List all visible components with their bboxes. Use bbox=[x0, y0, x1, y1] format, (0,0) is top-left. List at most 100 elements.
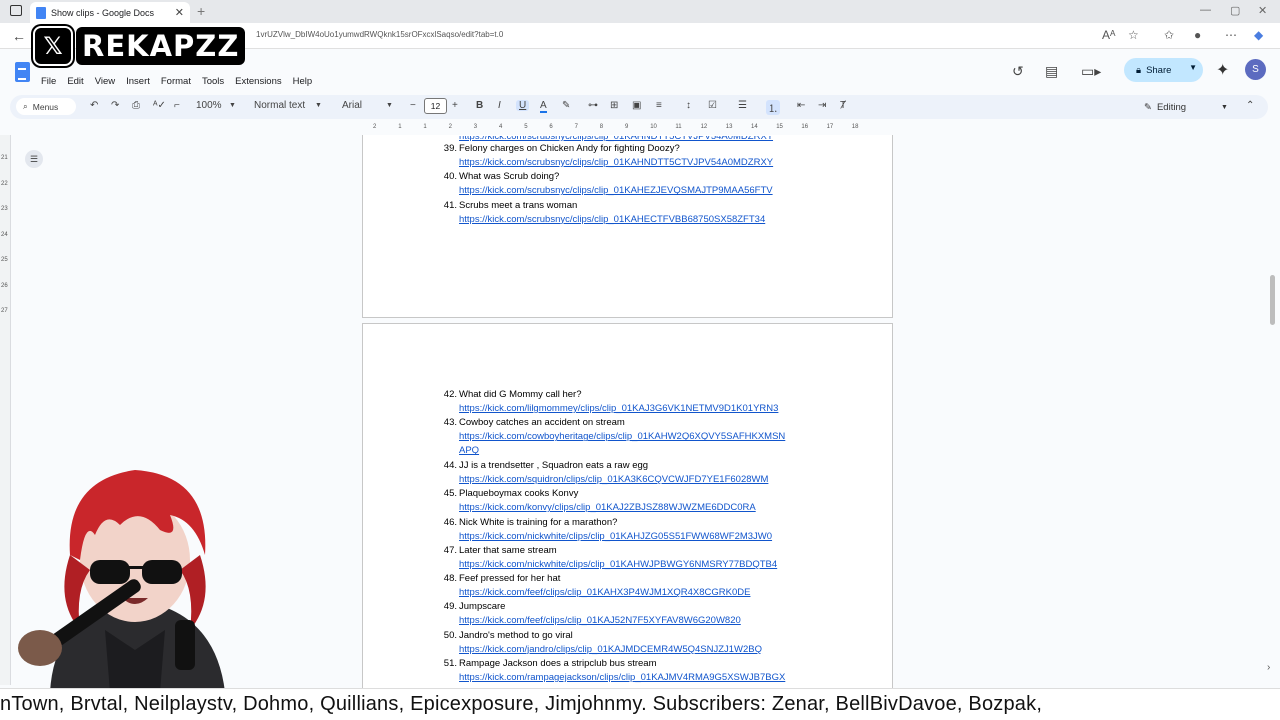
gemini-icon[interactable]: ✦ bbox=[1216, 60, 1229, 80]
avatar[interactable]: S bbox=[1245, 59, 1266, 80]
decrease-font-icon[interactable]: − bbox=[410, 100, 416, 111]
menu-extensions[interactable]: Extensions bbox=[235, 76, 281, 87]
browser-tab[interactable]: Show clips - Google Docs ✕ bbox=[30, 2, 190, 23]
menu-help[interactable]: Help bbox=[293, 76, 313, 87]
numbered-list-icon[interactable]: ⒈ bbox=[766, 100, 780, 115]
clip-title[interactable]: Scrubs meet a trans woman bbox=[459, 200, 577, 211]
clip-link[interactable]: https://kick.com/feef/clips/clip_01KAJ52… bbox=[459, 615, 741, 626]
clip-link[interactable]: https://kick.com/scrubsnyc/clips/clip_01… bbox=[459, 185, 773, 196]
new-tab-button[interactable]: + bbox=[197, 3, 205, 19]
clip-link[interactable]: https://kick.com/nickwhite/clips/clip_01… bbox=[459, 559, 777, 570]
spellcheck-icon[interactable]: ᴬ✓ bbox=[153, 100, 166, 111]
bold-button[interactable]: B bbox=[476, 100, 483, 111]
tab-close-icon[interactable]: ✕ bbox=[175, 6, 184, 19]
chevron-down-icon: ▼ bbox=[1221, 103, 1228, 111]
menu-format[interactable]: Format bbox=[161, 76, 191, 87]
clip-title[interactable]: What was Scrub doing? bbox=[459, 171, 559, 182]
clip-title[interactable]: Felony charges on Chicken Andy for fight… bbox=[459, 143, 680, 154]
horizontal-ruler[interactable]: 2 1 1 2 3 4 5 6 7 8 9 10 11 12 13 14 15 16 17 18 bbox=[363, 123, 893, 135]
bulleted-list-icon[interactable]: ☰ bbox=[738, 100, 747, 111]
clip-link[interactable]: https://kick.com/rampagejackson/clips/cl… bbox=[459, 672, 785, 683]
comments-icon[interactable]: ▤ bbox=[1045, 63, 1058, 80]
version-history-icon[interactable]: ↺ bbox=[1012, 63, 1024, 80]
italic-button[interactable]: I bbox=[498, 100, 501, 111]
clear-formatting-icon[interactable]: Ⱦ bbox=[840, 100, 846, 111]
chevron-down-icon[interactable]: ▼ bbox=[229, 102, 236, 109]
menu-edit[interactable]: Edit bbox=[67, 76, 83, 87]
undo-icon[interactable]: ↶ bbox=[90, 100, 98, 111]
clip-title[interactable]: Plaqueboymax cooks Konvy bbox=[459, 488, 578, 499]
clip-link[interactable]: https://kick.com/nickwhite/clips/clip_01… bbox=[459, 531, 772, 542]
clip-title[interactable]: Nick White is training for a marathon? bbox=[459, 517, 617, 528]
clip-title[interactable]: JJ is a trendsetter , Squadron eats a ra… bbox=[459, 460, 648, 471]
paint-format-icon[interactable]: ⌐ bbox=[174, 100, 180, 111]
favorite-star-icon[interactable]: ☆ bbox=[1128, 28, 1139, 42]
url-field[interactable]: 1vrUZVlw_DbIW4oUo1yumwdRWQknk15srOFxcxlS… bbox=[256, 30, 503, 39]
more-menu-icon[interactable]: ⋯ bbox=[1225, 28, 1237, 42]
chevron-down-icon[interactable]: ▼ bbox=[386, 102, 393, 109]
maximize-icon[interactable]: ▢ bbox=[1230, 4, 1240, 17]
line-spacing-icon[interactable]: ↕ bbox=[686, 100, 691, 111]
clip-title[interactable]: Jandro's method to go viral bbox=[459, 630, 573, 641]
docs-logo-icon[interactable] bbox=[15, 62, 30, 82]
clip-link-continued[interactable]: APQ bbox=[459, 445, 479, 456]
clip-link[interactable]: https://kick.com/jandro/clips/clip_01KAJ… bbox=[459, 644, 762, 655]
clip-title[interactable]: Jumpscare bbox=[459, 601, 505, 612]
collapse-menus-icon[interactable]: ⌃ bbox=[1246, 100, 1254, 111]
font-select[interactable]: Arial bbox=[342, 100, 362, 111]
document-page[interactable]: 42. What did G Mommy call her? https://kic… bbox=[362, 323, 893, 693]
clip-link[interactable]: https://kick.com/konvy/clips/clip_01KAJ2… bbox=[459, 502, 756, 513]
clip-link[interactable]: https://kick.com/scrubsnyc/clips/clip_01… bbox=[459, 214, 765, 225]
menu-insert[interactable]: Insert bbox=[126, 76, 150, 87]
copilot-icon[interactable]: ◆ bbox=[1254, 28, 1263, 42]
chevron-down-icon[interactable]: ▼ bbox=[1189, 63, 1197, 72]
add-comment-icon[interactable]: ⊞ bbox=[610, 100, 618, 111]
meet-icon[interactable]: ▭▸ bbox=[1081, 63, 1101, 80]
underline-button[interactable]: U bbox=[516, 100, 530, 111]
tab-list-icon[interactable] bbox=[10, 5, 22, 16]
clip-title[interactable]: Rampage Jackson does a stripclub bus str… bbox=[459, 658, 657, 669]
zoom-select[interactable]: 100% bbox=[196, 100, 222, 111]
increase-font-icon[interactable]: + bbox=[452, 100, 458, 111]
redo-icon[interactable]: ↷ bbox=[111, 100, 119, 111]
clip-link[interactable]: https://kick.com/lilgmommey/clips/clip_0… bbox=[459, 403, 778, 414]
document-outline-icon[interactable]: ☰ bbox=[25, 150, 43, 168]
read-aloud-icon[interactable]: Aᴬ bbox=[1102, 28, 1115, 42]
link-icon[interactable]: ⊶ bbox=[588, 100, 598, 111]
back-arrow-icon[interactable]: ← bbox=[12, 28, 26, 44]
menus-search[interactable]: ⌕ Menus bbox=[16, 98, 76, 115]
ruler-tick: 7 bbox=[574, 124, 578, 130]
clip-title[interactable]: Later that same stream bbox=[459, 545, 557, 556]
document-page[interactable]: https://kick.com/scrubsnyc/clips/clip_01… bbox=[362, 135, 893, 318]
increase-indent-icon[interactable]: ⇥ bbox=[818, 100, 826, 111]
decrease-indent-icon[interactable]: ⇤ bbox=[797, 100, 805, 111]
highlight-icon[interactable]: ✎ bbox=[562, 100, 570, 111]
profile-icon[interactable]: ● bbox=[1194, 28, 1201, 42]
share-button[interactable]: 🔒︎ Share ▼ bbox=[1124, 58, 1203, 82]
ruler-tick: 4 bbox=[499, 124, 503, 130]
font-size-input[interactable]: 12 bbox=[424, 98, 447, 114]
clip-link[interactable]: https://kick.com/scrubsnyc/clips/clip_01… bbox=[459, 157, 773, 168]
expand-panel-icon[interactable]: › bbox=[1267, 662, 1270, 673]
align-icon[interactable]: ≡ bbox=[656, 100, 662, 111]
minimize-icon[interactable]: — bbox=[1200, 4, 1211, 16]
window-close-icon[interactable]: ✕ bbox=[1258, 4, 1267, 17]
insert-image-icon[interactable]: ▣ bbox=[632, 100, 641, 111]
scrollbar[interactable] bbox=[1270, 275, 1275, 325]
style-select[interactable]: Normal text bbox=[254, 100, 305, 111]
menu-view[interactable]: View bbox=[95, 76, 115, 87]
favorites-icon[interactable]: ✩ bbox=[1164, 28, 1174, 42]
text-color-button[interactable]: A bbox=[540, 100, 547, 113]
clip-title[interactable]: What did G Mommy call her? bbox=[459, 389, 581, 400]
checklist-icon[interactable]: ☑ bbox=[708, 100, 717, 111]
menu-file[interactable]: File bbox=[41, 76, 56, 87]
clip-link[interactable]: https://kick.com/cowboyheritage/clips/cl… bbox=[459, 431, 785, 442]
clip-link[interactable]: https://kick.com/squidron/clips/clip_01K… bbox=[459, 474, 768, 485]
clip-title[interactable]: Feef pressed for her hat bbox=[459, 573, 560, 584]
menu-tools[interactable]: Tools bbox=[202, 76, 224, 87]
print-icon[interactable]: ⎙ bbox=[132, 100, 140, 111]
chevron-down-icon[interactable]: ▼ bbox=[315, 102, 322, 109]
editing-mode-select[interactable]: ✎ Editing ▼ bbox=[1141, 97, 1231, 117]
clip-link[interactable]: https://kick.com/feef/clips/clip_01KAHX3… bbox=[459, 587, 750, 598]
clip-title[interactable]: Cowboy catches an accident on stream bbox=[459, 417, 625, 428]
